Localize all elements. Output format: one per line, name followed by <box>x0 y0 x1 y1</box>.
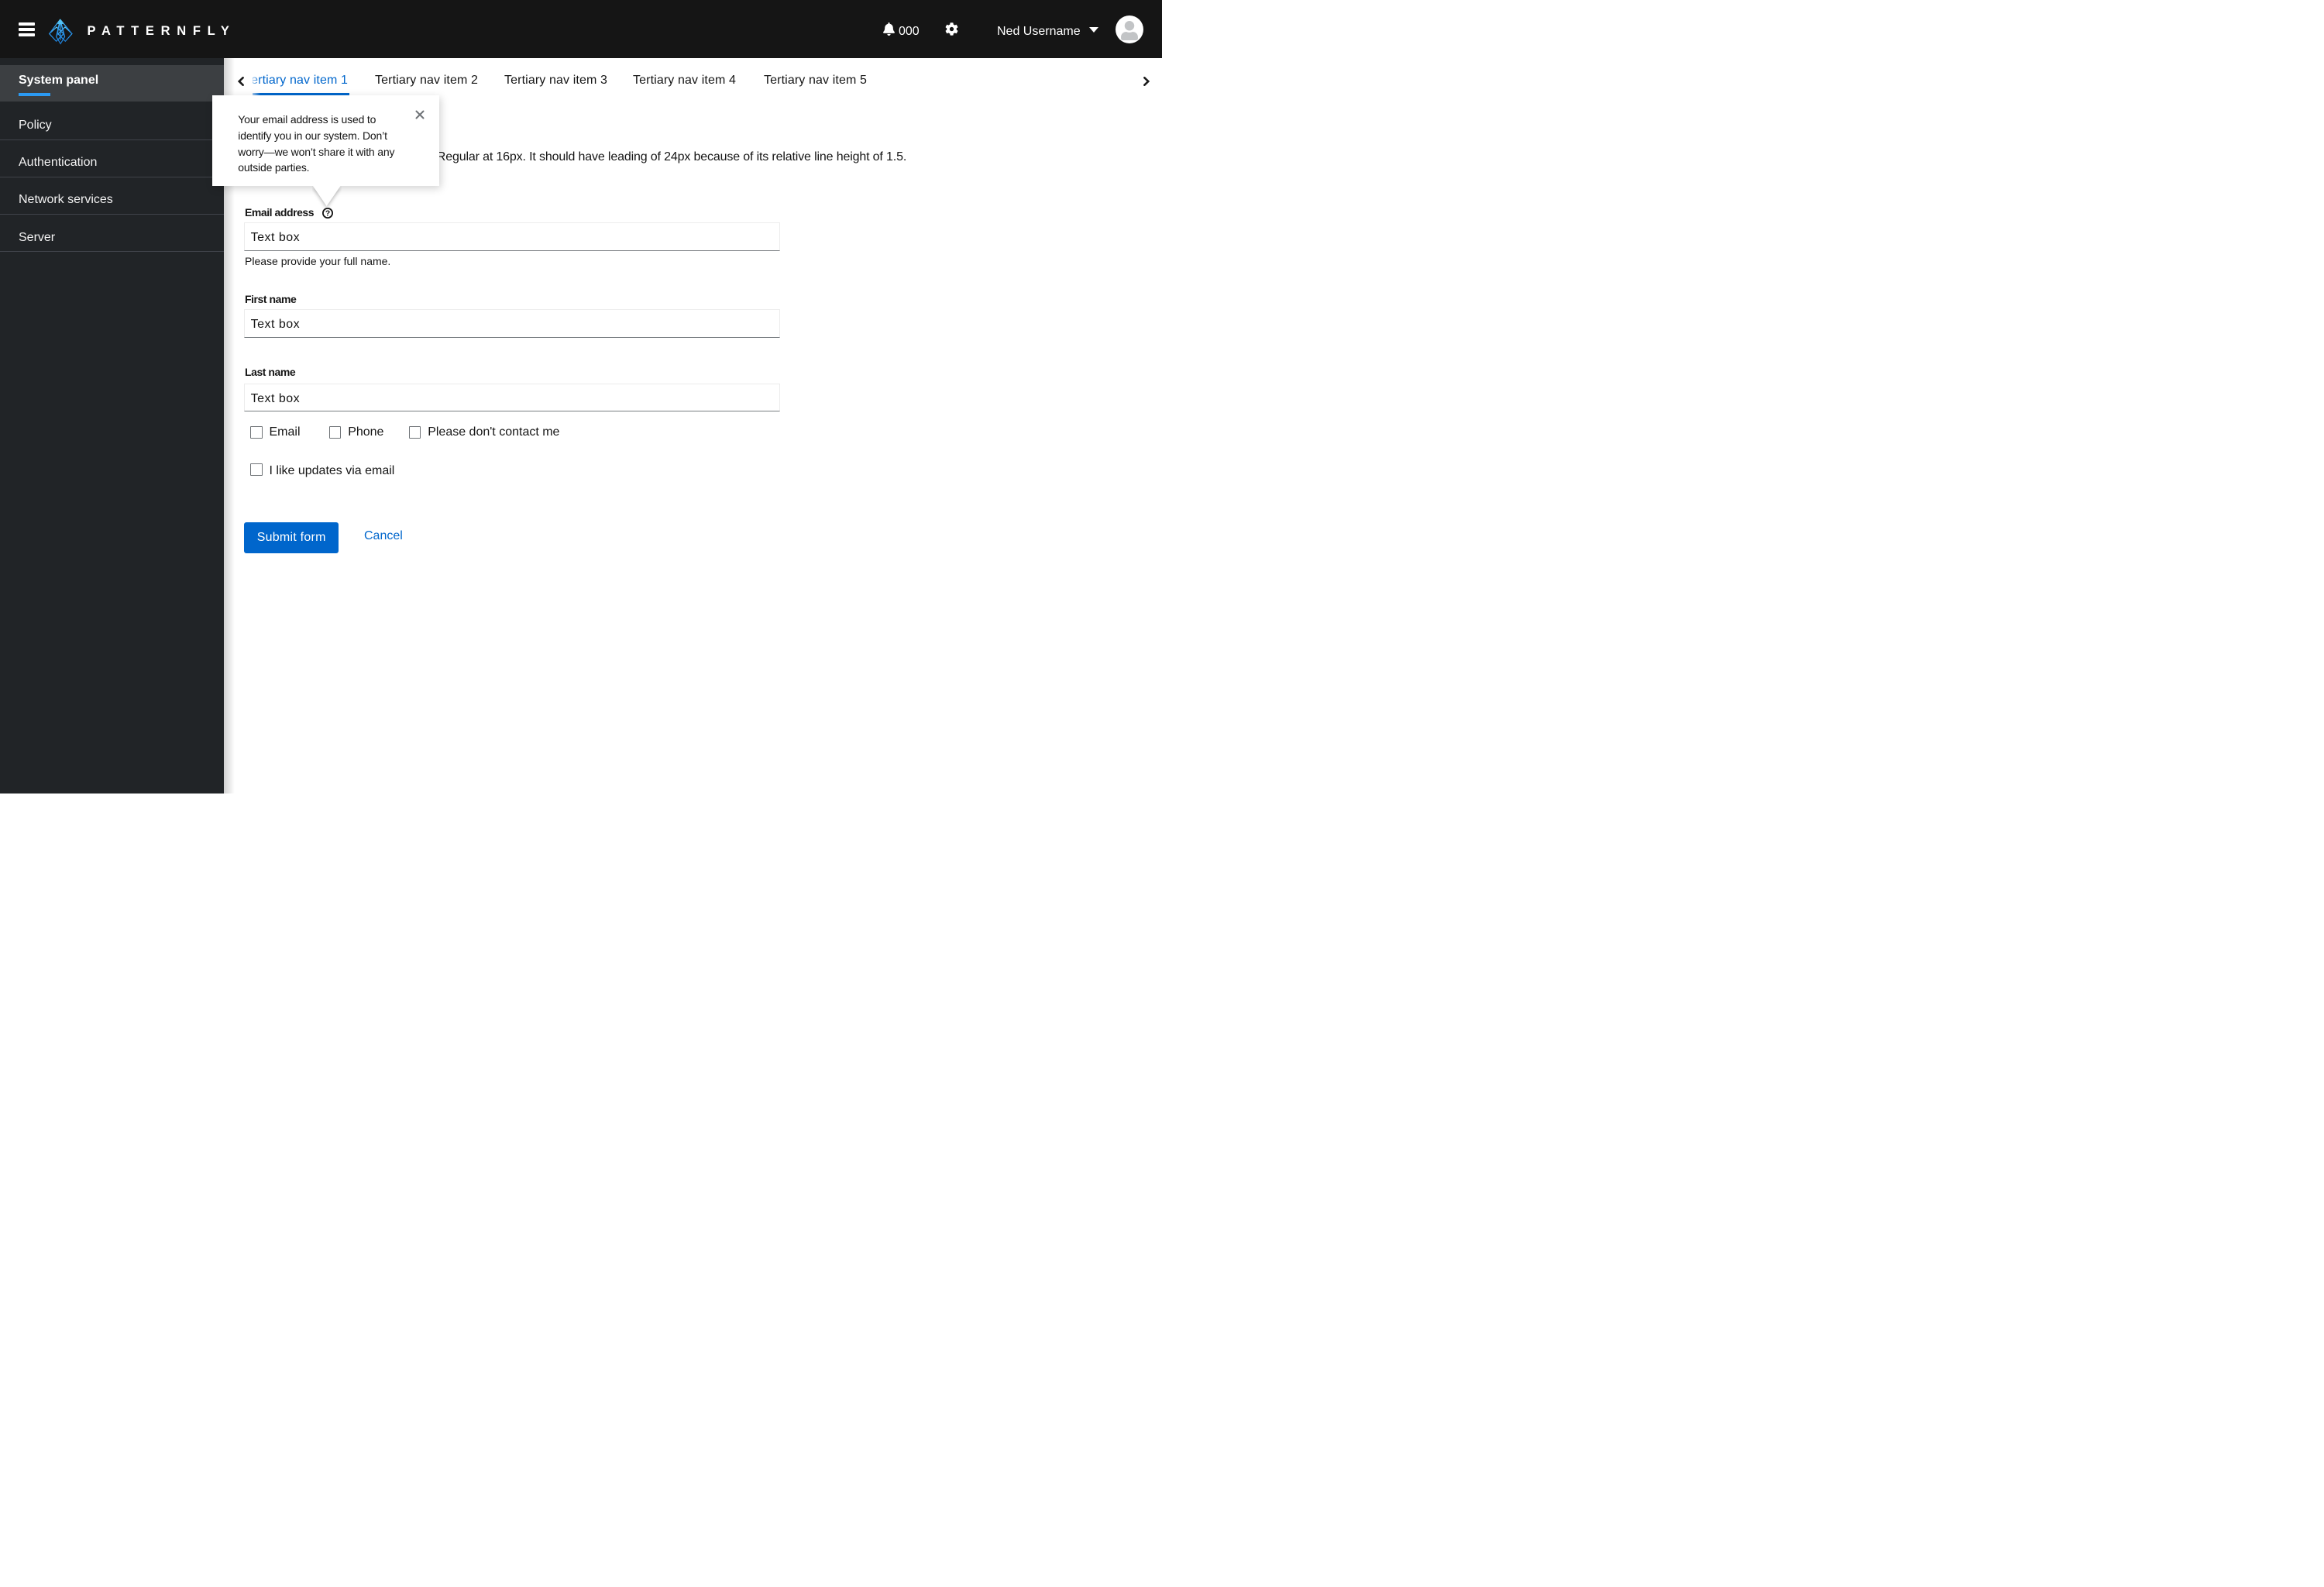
svg-text:?: ? <box>325 209 329 218</box>
